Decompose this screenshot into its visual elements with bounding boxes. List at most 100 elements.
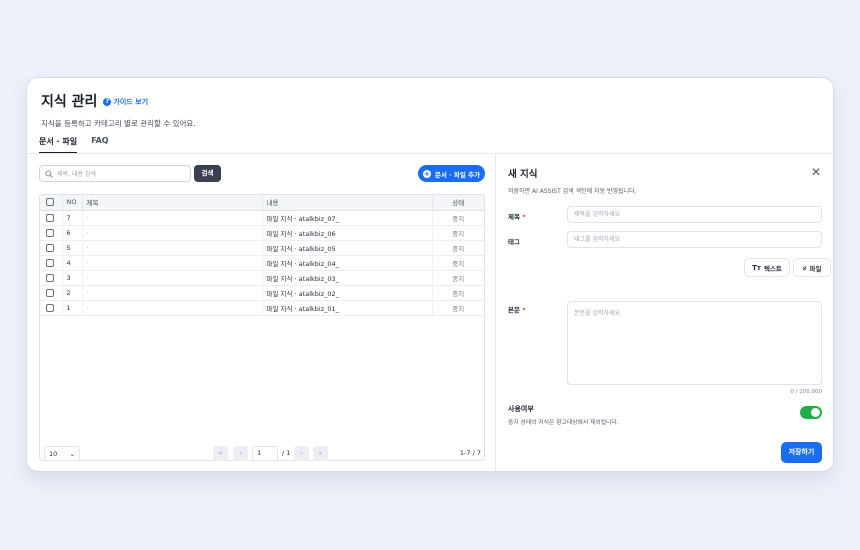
- row-no: 3: [62, 270, 83, 286]
- text-format-icon: Tт: [752, 263, 761, 272]
- page-title: 지식 관리: [41, 94, 98, 110]
- row-title: ·: [82, 210, 263, 226]
- row-content: 파일 지식 · atalkbiz_04_: [262, 255, 433, 271]
- row-title: ·: [82, 285, 263, 301]
- row-content: 파일 지식 · atalkbiz_05: [262, 240, 433, 256]
- row-status: 중지: [432, 285, 484, 301]
- row-checkbox[interactable]: [46, 243, 54, 252]
- table-row[interactable]: 3 · 파일 지식 · atalkbiz_03_ 중지: [40, 270, 484, 286]
- prev-page-button[interactable]: ‹: [233, 446, 248, 461]
- first-page-button[interactable]: «: [213, 446, 228, 461]
- total-pages: / 1: [282, 449, 291, 457]
- panel-subtitle: 저장하면 AI ASSIST 검색 색인에 자동 반영됩니다.: [508, 188, 637, 195]
- required-mark: *: [522, 306, 526, 314]
- row-content: 파일 지식 · atalkbiz_01_: [262, 300, 433, 316]
- table-row[interactable]: 1 · 파일 지식 · atalkbiz_01_ 중지: [40, 300, 484, 316]
- table-row[interactable]: 2 · 파일 지식 · atalkbiz_02_ 중지: [40, 285, 484, 301]
- toggle-knob: [811, 408, 820, 417]
- required-mark: *: [522, 213, 526, 221]
- col-content: 내용: [262, 195, 433, 211]
- file-mode-button[interactable]: ⌀ 파일: [793, 258, 831, 277]
- title-field[interactable]: 제목을 입력하세요: [567, 206, 822, 223]
- body-field-label: 본문 *: [508, 304, 526, 314]
- new-knowledge-panel: 새 지식 저장하면 AI ASSIST 검색 색인에 자동 반영됩니다. ✕ 제…: [508, 165, 831, 466]
- tab-bar: 문서 · 파일 FAQ: [39, 136, 109, 154]
- help-icon: ?: [103, 98, 112, 106]
- col-no: NO: [62, 195, 83, 211]
- col-status: 상태: [432, 195, 484, 211]
- row-content: 파일 지식 · atalkbiz_07_: [262, 210, 433, 226]
- search-input[interactable]: 제목, 내용 검색: [39, 165, 191, 182]
- row-title: ·: [82, 270, 263, 286]
- search-icon: [45, 169, 53, 178]
- next-page-button[interactable]: ›: [294, 446, 309, 461]
- row-status: 중지: [432, 300, 484, 316]
- row-status: 중지: [432, 225, 484, 241]
- row-no: 7: [62, 210, 83, 226]
- row-title: ·: [82, 240, 263, 256]
- row-title: ·: [82, 225, 263, 241]
- chevron-down-icon: ⌄: [69, 449, 75, 458]
- title-field-label: 제목 *: [508, 211, 526, 221]
- text-mode-label: 텍스트: [763, 264, 782, 273]
- table-row[interactable]: 5 · 파일 지식 · atalkbiz_05 중지: [40, 240, 484, 256]
- use-toggle-label: 사용여부: [508, 405, 534, 413]
- last-page-button[interactable]: »: [313, 446, 328, 461]
- row-checkbox[interactable]: [46, 213, 54, 222]
- document-table: NO 제목 내용 상태 7 · 파일 지식 · atalkbiz_07_ 중지: [39, 194, 485, 461]
- file-mode-label: 파일: [809, 264, 822, 273]
- row-status: 중지: [432, 270, 484, 286]
- add-document-button[interactable]: + 문서 · 파일 추가: [418, 165, 485, 182]
- close-icon[interactable]: ✕: [811, 165, 821, 179]
- add-document-label: 문서 · 파일 추가: [434, 170, 481, 179]
- row-no: 1: [62, 300, 83, 316]
- row-checkbox[interactable]: [46, 258, 54, 267]
- table-row[interactable]: 6 · 파일 지식 · atalkbiz_06 중지: [40, 225, 484, 241]
- tab-documents[interactable]: 문서 · 파일: [39, 136, 78, 154]
- row-status: 중지: [432, 240, 484, 256]
- row-checkbox[interactable]: [46, 303, 54, 312]
- guide-link[interactable]: ? 가이드 보기: [103, 97, 148, 107]
- body-textarea[interactable]: 본문을 입력하세요: [567, 301, 822, 385]
- row-title: ·: [82, 300, 263, 316]
- page-size-select[interactable]: 10 ⌄: [44, 446, 80, 461]
- save-button[interactable]: 저장하기: [781, 442, 822, 463]
- use-toggle[interactable]: [800, 406, 822, 419]
- row-no: 6: [62, 225, 83, 241]
- row-content: 파일 지식 · atalkbiz_03_: [262, 270, 433, 286]
- table-row[interactable]: 7 · 파일 지식 · atalkbiz_07_ 중지: [40, 210, 484, 226]
- plus-icon: +: [422, 169, 431, 178]
- search-button[interactable]: 검색: [194, 165, 221, 182]
- panel-title: 새 지식: [508, 169, 538, 180]
- row-title: ·: [82, 255, 263, 271]
- search-placeholder: 제목, 내용 검색: [57, 171, 96, 178]
- row-checkbox[interactable]: [46, 273, 54, 282]
- row-checkbox[interactable]: [46, 228, 54, 237]
- title-label-text: 제목: [508, 213, 520, 221]
- row-status: 중지: [432, 255, 484, 271]
- row-status: 중지: [432, 210, 484, 226]
- header: 지식 관리 ? 가이드 보기 지식을 등록하고 카테고리 별로 관리할 수 있어…: [41, 91, 196, 129]
- select-all-checkbox[interactable]: [46, 198, 54, 207]
- table-row[interactable]: 4 · 파일 지식 · atalkbiz_04_ 중지: [40, 255, 484, 271]
- row-no: 5: [62, 240, 83, 256]
- result-range: 1-7 / 7: [459, 449, 481, 457]
- tag-field-label: 태그: [508, 238, 520, 246]
- knowledge-card: 지식 관리 ? 가이드 보기 지식을 등록하고 카테고리 별로 관리할 수 있어…: [26, 77, 834, 472]
- char-count: 0 / 200,000: [790, 389, 822, 395]
- page-input[interactable]: 1: [252, 446, 278, 461]
- tab-faq[interactable]: FAQ: [91, 136, 109, 154]
- row-checkbox[interactable]: [46, 288, 54, 297]
- row-no: 4: [62, 255, 83, 271]
- panel-divider: [495, 153, 496, 471]
- guide-label: 가이드 보기: [113, 98, 149, 106]
- text-mode-button[interactable]: Tт 텍스트: [744, 258, 790, 277]
- page-subtitle: 지식을 등록하고 카테고리 별로 관리할 수 있어요.: [41, 119, 196, 128]
- row-no: 2: [62, 285, 83, 301]
- row-content: 파일 지식 · atalkbiz_06: [262, 225, 433, 241]
- col-title: 제목: [82, 195, 263, 211]
- tab-divider: [27, 153, 833, 154]
- tag-field[interactable]: 태그를 입력하세요: [567, 231, 822, 248]
- use-toggle-description: 중지 상태의 지식은 참고대상에서 제외됩니다.: [508, 420, 619, 426]
- body-label-text: 본문: [508, 306, 520, 314]
